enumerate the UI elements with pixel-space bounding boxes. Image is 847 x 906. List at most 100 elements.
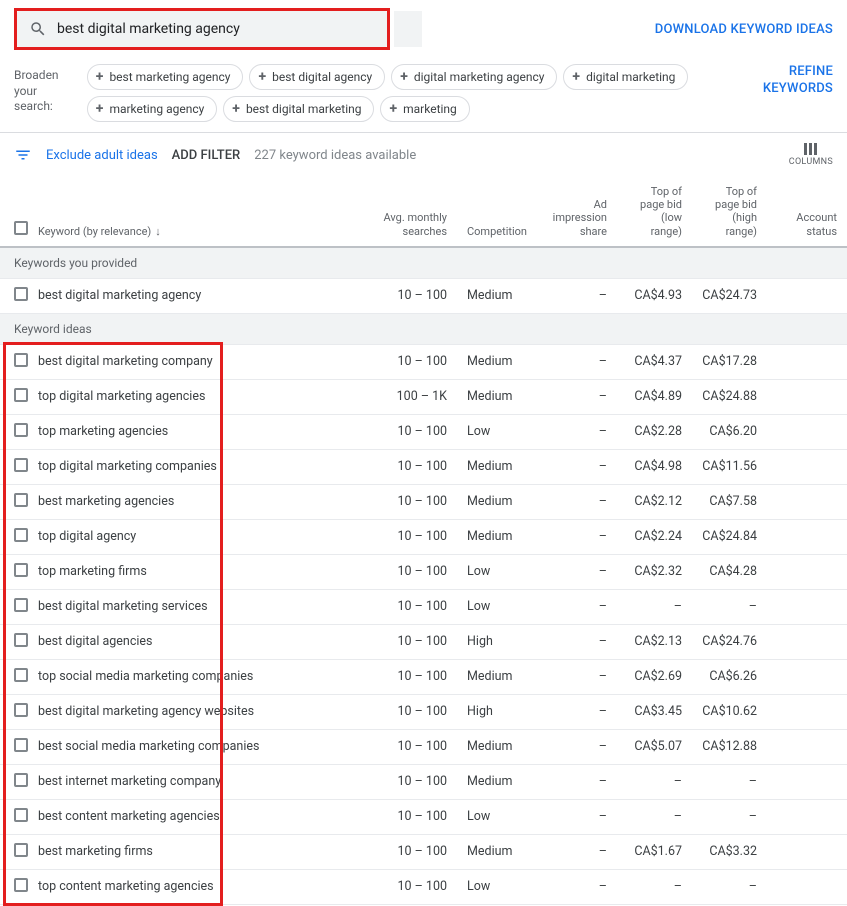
row-checkbox[interactable] (14, 287, 28, 301)
row-checkbox[interactable] (14, 388, 28, 402)
broaden-chip[interactable]: +digital marketing agency (391, 64, 557, 90)
table-row: top marketing firms10 – 100Low–CA$2.32CA… (0, 554, 847, 589)
row-checkbox[interactable] (14, 703, 28, 717)
keyword-cell[interactable]: top digital marketing agencies (38, 379, 347, 414)
bid-high-cell: CA$6.26 (692, 659, 767, 694)
chip-label: digital marketing (586, 70, 675, 84)
add-filter-button[interactable]: ADD FILTER (172, 148, 241, 163)
searches-cell: 100 – 1K (347, 379, 457, 414)
competition-cell: Medium (457, 344, 537, 379)
row-checkbox[interactable] (14, 843, 28, 857)
keyword-cell[interactable]: top digital marketing companies (38, 449, 347, 484)
searches-cell: 10 – 100 (347, 799, 457, 834)
row-checkbox[interactable] (14, 773, 28, 787)
competition-cell: High (457, 694, 537, 729)
impression-cell: – (537, 379, 617, 414)
keyword-cell[interactable]: best digital marketing agency (38, 278, 347, 313)
bid-low-cell: CA$2.12 (617, 484, 692, 519)
row-checkbox[interactable] (14, 808, 28, 822)
search-trailing-box (394, 11, 422, 47)
keyword-cell[interactable]: best marketing firms (38, 834, 347, 869)
searches-cell: 10 – 100 (347, 554, 457, 589)
impression-cell: – (537, 344, 617, 379)
column-keyword[interactable]: Keyword (by relevance)↓ (38, 177, 347, 247)
broaden-chip[interactable]: +best digital marketing (223, 96, 374, 122)
keyword-cell[interactable]: best digital marketing agency websites (38, 694, 347, 729)
row-checkbox[interactable] (14, 563, 28, 577)
column-impression[interactable]: Ad impression share (537, 177, 617, 247)
table-row: best digital marketing services10 – 100L… (0, 589, 847, 624)
section-header-row: Keyword ideas (0, 313, 847, 344)
keyword-cell[interactable]: best digital marketing company (38, 344, 347, 379)
status-cell (767, 624, 847, 659)
exclude-adult-ideas-link[interactable]: Exclude adult ideas (46, 148, 158, 163)
download-keyword-ideas-link[interactable]: DOWNLOAD KEYWORD IDEAS (655, 22, 833, 37)
keyword-cell[interactable]: best digital agencies (38, 624, 347, 659)
bid-low-cell: – (617, 799, 692, 834)
column-searches[interactable]: Avg. monthly searches (347, 177, 457, 247)
row-checkbox[interactable] (14, 633, 28, 647)
broaden-chip[interactable]: +marketing agency (87, 96, 218, 122)
status-cell (767, 659, 847, 694)
search-icon (29, 20, 47, 38)
impression-cell: – (537, 834, 617, 869)
column-bid-high[interactable]: Top of page bid (high range) (692, 177, 767, 247)
row-checkbox[interactable] (14, 493, 28, 507)
table-row: best content marketing agencies10 – 100L… (0, 799, 847, 834)
broaden-chip[interactable]: +best marketing agency (87, 64, 244, 90)
broaden-chip[interactable]: +marketing (380, 96, 469, 122)
keyword-cell[interactable]: top marketing agencies (38, 414, 347, 449)
status-cell (767, 869, 847, 904)
keyword-cell[interactable]: best internet marketing company (38, 764, 347, 799)
column-bid-low[interactable]: Top of page bid (low range) (617, 177, 692, 247)
column-status[interactable]: Account status (767, 177, 847, 247)
row-checkbox[interactable] (14, 668, 28, 682)
competition-cell: Medium (457, 278, 537, 313)
section-header-label: Keywords you provided (0, 247, 847, 279)
keyword-cell[interactable]: top content marketing agencies (38, 869, 347, 904)
chip-label: digital marketing agency (414, 70, 545, 84)
impression-cell: – (537, 659, 617, 694)
bid-low-cell: – (617, 764, 692, 799)
competition-cell: Medium (457, 659, 537, 694)
competition-cell: Medium (457, 764, 537, 799)
row-checkbox[interactable] (14, 458, 28, 472)
impression-cell: – (537, 519, 617, 554)
filter-icon[interactable] (14, 146, 32, 164)
keyword-cell[interactable]: best content marketing agencies (38, 799, 347, 834)
keyword-cell[interactable]: best digital marketing services (38, 589, 347, 624)
row-checkbox[interactable] (14, 738, 28, 752)
competition-cell: Low (457, 589, 537, 624)
table-row: top digital marketing agencies100 – 1KMe… (0, 379, 847, 414)
searches-cell: 10 – 100 (347, 764, 457, 799)
impression-cell: – (537, 799, 617, 834)
sort-arrow-down-icon: ↓ (155, 225, 161, 238)
chip-label: best marketing agency (109, 70, 230, 84)
keyword-cell[interactable]: top digital agency (38, 519, 347, 554)
select-all-checkbox[interactable] (14, 221, 28, 235)
keyword-cell[interactable]: best marketing agencies (38, 484, 347, 519)
keyword-cell[interactable]: top social media marketing companies (38, 659, 347, 694)
column-competition[interactable]: Competition (457, 177, 537, 247)
refine-keywords-link[interactable]: REFINE KEYWORDS (717, 64, 833, 98)
row-checkbox[interactable] (14, 353, 28, 367)
row-checkbox[interactable] (14, 528, 28, 542)
row-checkbox[interactable] (14, 598, 28, 612)
row-checkbox[interactable] (14, 878, 28, 892)
status-cell (767, 278, 847, 313)
bid-high-cell: – (692, 764, 767, 799)
columns-button[interactable]: COLUMNS (789, 143, 833, 167)
keyword-cell[interactable]: best social media marketing companies (38, 729, 347, 764)
broaden-chip[interactable]: +digital marketing (563, 64, 688, 90)
search-input[interactable]: best digital marketing agency (17, 11, 387, 47)
keyword-cell[interactable]: top marketing firms (38, 554, 347, 589)
impression-cell: – (537, 484, 617, 519)
competition-cell: Medium (457, 379, 537, 414)
broaden-chip[interactable]: +best digital agency (249, 64, 385, 90)
table-row: top digital agency10 – 100Medium–CA$2.24… (0, 519, 847, 554)
impression-cell: – (537, 729, 617, 764)
bid-high-cell: CA$6.20 (692, 414, 767, 449)
bid-high-cell: CA$3.32 (692, 834, 767, 869)
status-cell (767, 414, 847, 449)
row-checkbox[interactable] (14, 423, 28, 437)
